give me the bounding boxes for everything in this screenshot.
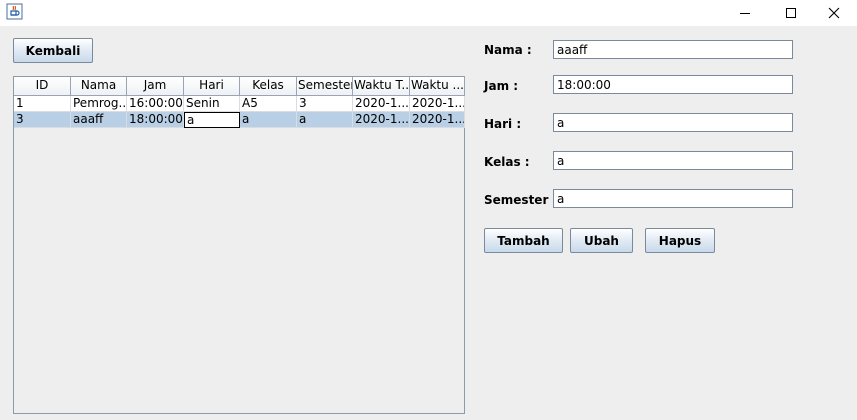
nama-label: Nama :	[484, 43, 532, 57]
delete-button[interactable]: Hapus	[645, 228, 715, 253]
edit-button[interactable]: Ubah	[570, 228, 633, 253]
java-app-icon	[6, 3, 23, 20]
cell-nama[interactable]: Pemrog...	[71, 96, 127, 112]
minimize-button[interactable]	[722, 0, 768, 26]
cell-nama[interactable]: aaaff	[71, 112, 127, 128]
column-header-hari[interactable]: Hari	[184, 77, 240, 95]
kelas-field[interactable]	[553, 151, 793, 170]
semester-field[interactable]	[553, 189, 793, 208]
schedule-table[interactable]: ID Nama Jam Hari Kelas Semester Waktu T.…	[13, 76, 465, 414]
semester-label: Semester :	[484, 193, 558, 207]
column-header-kelas[interactable]: Kelas	[240, 77, 297, 95]
column-header-id[interactable]: ID	[14, 77, 71, 95]
cell-semester[interactable]: 3	[297, 96, 353, 112]
column-header-nama[interactable]: Nama	[71, 77, 127, 95]
close-icon	[828, 7, 840, 19]
cell-hari-editing[interactable]: a	[184, 112, 240, 128]
cell-waktu-ubah[interactable]: 2020-1...	[410, 112, 465, 128]
cell-waktu-tambah[interactable]: 2020-1...	[353, 96, 410, 112]
title-bar	[0, 0, 857, 26]
close-button[interactable]	[811, 0, 857, 26]
add-button[interactable]: Tambah	[484, 228, 563, 253]
minimize-icon	[740, 13, 750, 14]
cell-kelas[interactable]: a	[240, 112, 297, 128]
cell-jam[interactable]: 18:00:00	[127, 112, 184, 128]
cell-waktu-tambah[interactable]: 2020-1...	[353, 112, 410, 128]
cell-id[interactable]: 1	[14, 96, 71, 112]
cell-id[interactable]: 3	[14, 112, 71, 128]
kelas-label: Kelas :	[484, 155, 530, 169]
hari-field[interactable]	[553, 113, 793, 132]
jam-field[interactable]	[553, 75, 793, 94]
cell-waktu-ubah[interactable]: 2020-1...	[410, 96, 465, 112]
column-header-semester[interactable]: Semester	[297, 77, 353, 95]
table-row[interactable]: 1 Pemrog... 16:00:00 Senin A5 3 2020-1..…	[14, 96, 465, 112]
cell-hari[interactable]: Senin	[184, 96, 240, 112]
column-header-waktu-ubah[interactable]: Waktu ...	[410, 77, 465, 95]
table-header: ID Nama Jam Hari Kelas Semester Waktu T.…	[14, 77, 465, 96]
column-header-waktu-tambah[interactable]: Waktu T...	[353, 77, 410, 95]
cell-kelas[interactable]: A5	[240, 96, 297, 112]
back-button[interactable]: Kembali	[13, 38, 93, 63]
nama-field[interactable]	[553, 40, 793, 59]
cell-semester[interactable]: a	[297, 112, 353, 128]
jam-label: Jam :	[484, 79, 519, 93]
maximize-button[interactable]	[768, 0, 814, 26]
table-row-selected[interactable]: 3 aaaff 18:00:00 a a a 2020-1... 2020-1.…	[14, 112, 465, 128]
cell-jam[interactable]: 16:00:00	[127, 96, 184, 112]
column-header-jam[interactable]: Jam	[127, 77, 184, 95]
maximize-icon	[786, 8, 796, 18]
hari-label: Hari :	[484, 117, 522, 131]
